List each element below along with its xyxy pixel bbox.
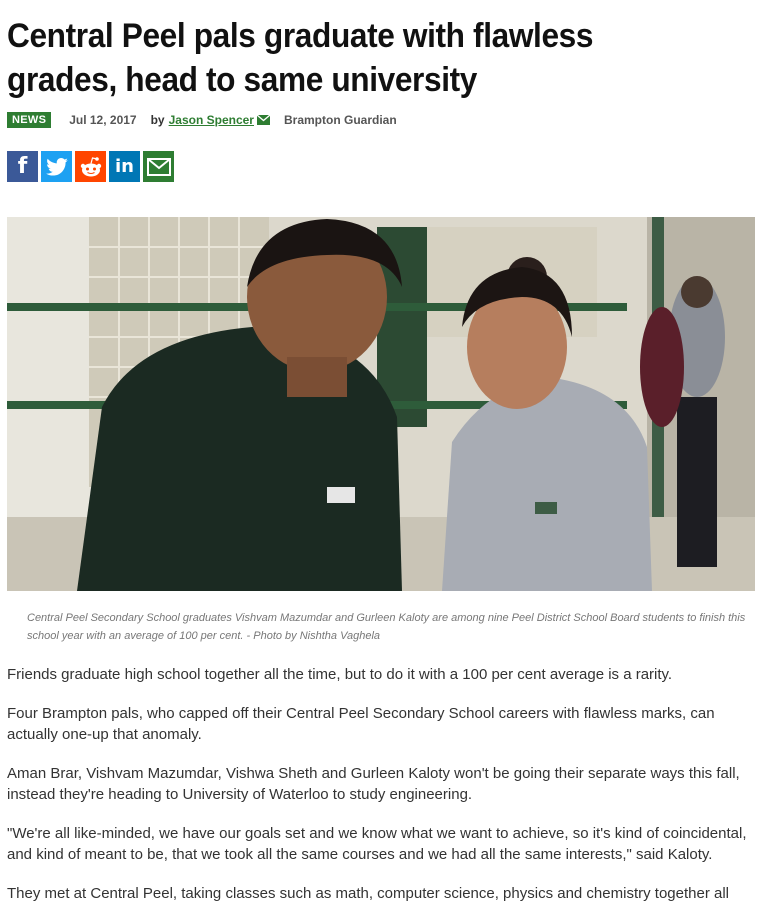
article-body: Friends graduate high school together al… [7,664,759,922]
linkedin-icon: in [115,156,134,177]
email-share-button[interactable] [143,151,174,182]
email-author-icon[interactable] [256,115,270,125]
share-bar: f in [7,151,174,182]
email-icon [146,157,171,176]
facebook-share-button[interactable]: f [7,151,38,182]
photo-caption: Central Peel Secondary School graduates … [27,612,746,642]
paragraph: Friends graduate high school together al… [7,666,673,683]
paragraph: "We're all like-minded, we have our goal… [7,825,747,863]
article-photo [7,217,755,591]
article-title: Central Peel pals graduate with flawless… [7,17,594,99]
photo-two-students-icon [7,217,755,591]
linkedin-share-button[interactable]: in [109,151,140,182]
article-meta: NEWS Jul 12, 2017 by Jason Spencer Bramp… [7,110,397,130]
twitter-share-button[interactable] [41,151,72,182]
twitter-icon [45,157,68,176]
category-badge[interactable]: NEWS [7,112,52,128]
reddit-share-button[interactable] [75,151,106,182]
publication-source: Brampton Guardian [283,113,397,127]
reddit-icon [80,156,101,176]
paragraph: They met at Central Peel, taking classes… [7,885,729,902]
paragraph: Four Brampton pals, who capped off their… [7,705,715,743]
paragraph: Aman Brar, Vishvam Mazumdar, Vishwa Shet… [7,765,740,803]
facebook-icon: f [17,154,28,179]
author-link[interactable]: Jason Spencer [169,113,254,127]
by-label: by [150,113,165,127]
publish-date: Jul 12, 2017 [69,113,137,127]
